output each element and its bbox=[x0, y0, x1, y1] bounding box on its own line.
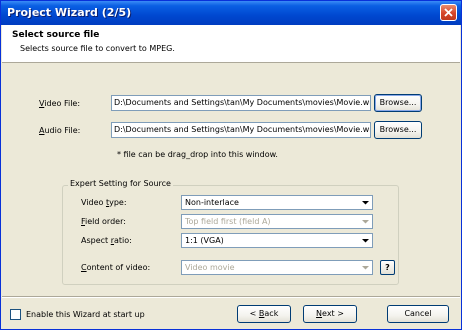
cancel-button[interactable]: Cancel bbox=[387, 305, 449, 323]
audio-file-label: Audio File: bbox=[39, 126, 81, 135]
enable-wizard-checkbox[interactable] bbox=[10, 309, 21, 320]
drag-drop-hint: * file can be drag_drop into this window… bbox=[117, 150, 278, 159]
video-file-label: Video File: bbox=[39, 99, 81, 108]
project-wizard-window: Project Wizard (2/5) Select source file … bbox=[0, 0, 462, 330]
field-order-label: Field order: bbox=[81, 217, 126, 226]
close-button[interactable] bbox=[440, 4, 457, 21]
window-title: Project Wizard (2/5) bbox=[7, 6, 132, 19]
enable-wizard-label: Enable this Wizard at start up bbox=[26, 310, 145, 319]
step-subtitle: Selects source file to convert to MPEG. bbox=[20, 44, 175, 53]
audio-browse-button[interactable]: Browse... bbox=[374, 121, 422, 139]
footer-separator bbox=[2, 296, 460, 298]
audio-file-field[interactable]: D:\Documents and Settings\tan\My Documen… bbox=[111, 122, 371, 138]
video-file-field[interactable]: D:\Documents and Settings\tan\My Documen… bbox=[111, 95, 371, 111]
content-of-video-label: Content of video: bbox=[81, 263, 151, 272]
chevron-down-icon bbox=[362, 201, 369, 205]
chevron-down-icon bbox=[362, 239, 369, 243]
aspect-ratio-select[interactable]: 1:1 (VGA) bbox=[181, 233, 373, 248]
chevron-down-icon bbox=[362, 266, 369, 270]
back-button[interactable]: < Back bbox=[237, 305, 291, 323]
title-bar: Project Wizard (2/5) bbox=[1, 1, 461, 25]
aspect-ratio-label: Aspect ratio: bbox=[81, 236, 132, 245]
content-help-button[interactable]: ? bbox=[380, 260, 395, 275]
step-title: Select source file bbox=[12, 30, 100, 40]
expert-settings-title: Expert Setting for Source bbox=[68, 179, 173, 188]
header-panel: Select source file Selects source file t… bbox=[2, 25, 460, 63]
close-icon bbox=[444, 8, 453, 17]
next-button[interactable]: Next > bbox=[303, 305, 357, 323]
video-type-label: Video type: bbox=[81, 198, 127, 207]
video-type-select[interactable]: Non-interlace bbox=[181, 195, 373, 210]
video-browse-button[interactable]: Browse... bbox=[374, 94, 422, 112]
chevron-down-icon bbox=[362, 220, 369, 224]
content-of-video-select[interactable]: Video movie bbox=[181, 260, 373, 275]
field-order-select[interactable]: Top field first (field A) bbox=[181, 214, 373, 229]
